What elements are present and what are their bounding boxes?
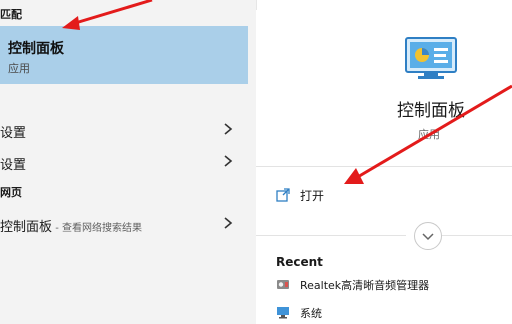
web-result-hint: - 查看网络搜索结果 — [52, 223, 142, 234]
expand-divider-right — [442, 235, 512, 236]
search-results-pane: 匹配 控制面板 应用 设置 设置 网页 控制面板 - 查看网络搜索结果 — [0, 0, 256, 324]
chevron-down-icon — [422, 233, 434, 241]
recent-item-label: Realtek高清晰音频管理器 — [300, 279, 430, 292]
settings-result[interactable]: 设置 — [0, 150, 248, 174]
recent-header: Recent — [276, 255, 323, 269]
recent-item[interactable]: 系统 — [276, 303, 506, 323]
preview-divider — [256, 166, 512, 167]
best-match-title: 控制面板 — [8, 41, 64, 57]
best-match-subtitle: 应用 — [8, 62, 30, 75]
chevron-right-icon — [224, 155, 233, 167]
recent-item[interactable]: Realtek高清晰音频管理器 — [276, 275, 506, 295]
chevron-right-icon — [224, 123, 233, 135]
preview-app-type: 应用 — [418, 128, 440, 141]
settings-result-label: 设置 — [0, 158, 27, 173]
web-header: 网页 — [0, 186, 22, 199]
web-search-result[interactable]: 控制面板 - 查看网络搜索结果 — [0, 212, 248, 236]
open-label: 打开 — [300, 189, 325, 203]
speaker-icon — [277, 280, 289, 289]
preview-app-title: 控制面板 — [397, 101, 465, 121]
open-icon — [276, 188, 290, 202]
web-result-label: 控制面板 - 查看网络搜索结果 — [0, 216, 142, 235]
best-match-result[interactable]: 控制面板 应用 — [0, 26, 248, 84]
recent-item-label: 系统 — [300, 307, 322, 320]
control-panel-icon — [405, 37, 457, 79]
expand-divider-left — [256, 235, 406, 236]
system-icon — [277, 307, 289, 319]
best-match-header: 匹配 — [0, 8, 22, 21]
settings-result[interactable]: 设置 — [0, 118, 248, 142]
open-action[interactable]: 打开 — [276, 186, 496, 210]
web-result-title: 控制面板 — [0, 220, 53, 235]
settings-result-label: 设置 — [0, 126, 27, 141]
preview-pane: 控制面板 应用 打开 Recent Realtek高清晰音频管理器 系统 — [256, 10, 512, 324]
chevron-right-icon — [224, 217, 233, 229]
expand-button[interactable] — [414, 222, 442, 250]
